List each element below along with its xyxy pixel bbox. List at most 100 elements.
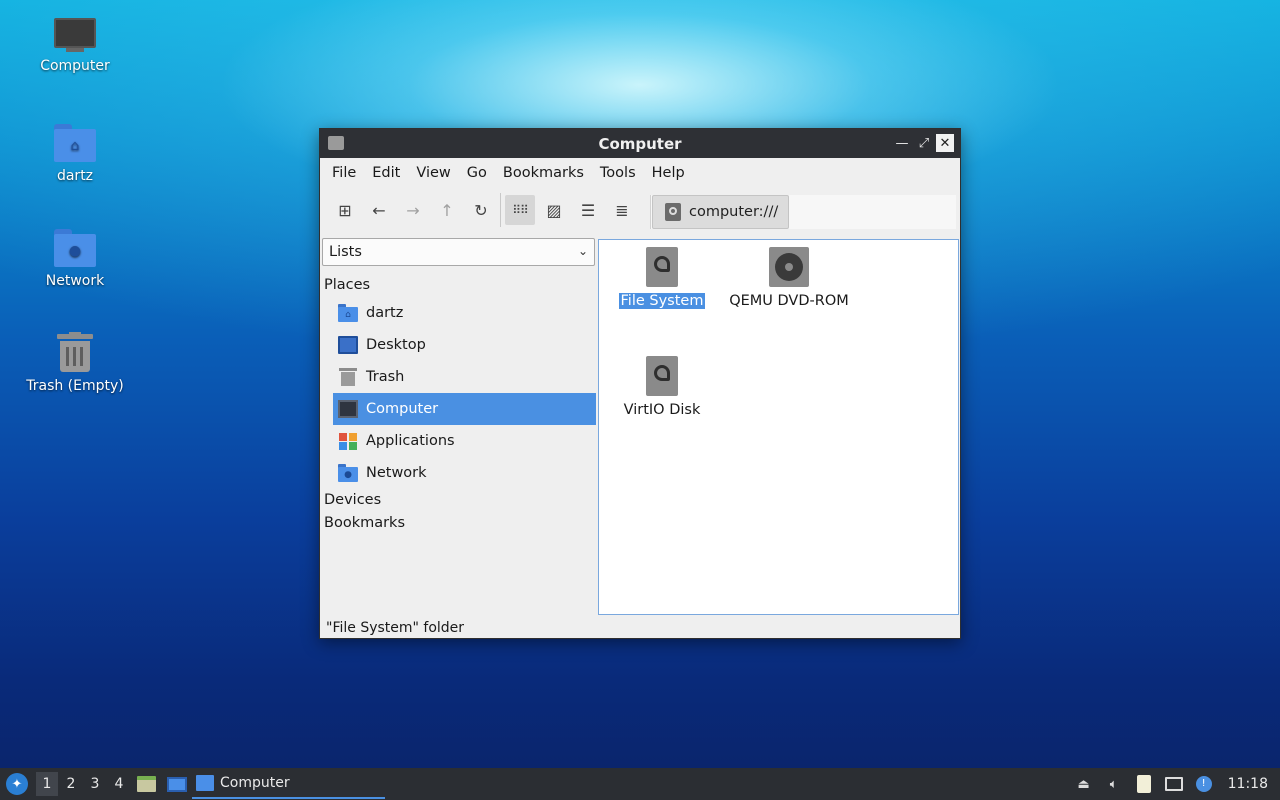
side-pane-mode-value: Lists <box>329 244 362 260</box>
file-view[interactable]: File System QEMU DVD-ROM VirtIO Disk <box>598 239 959 615</box>
taskbar-task-label: Computer <box>220 775 290 791</box>
path-button[interactable]: computer:/// <box>652 195 790 229</box>
sidebar-item-label: Applications <box>366 433 455 449</box>
arrow-up-icon: ↑ <box>440 200 454 220</box>
computer-icon <box>54 18 96 52</box>
close-button[interactable]: ✕ <box>936 134 954 152</box>
file-item-label: VirtIO Disk <box>623 402 701 418</box>
desktop-switch-1[interactable]: 1 <box>36 772 58 796</box>
harddisk-icon <box>665 203 681 221</box>
minimize-button[interactable]: — <box>892 134 912 152</box>
desktop-icon-label: Computer <box>40 58 110 74</box>
home-folder-icon: ⌂ <box>338 304 358 322</box>
desktop-switch-2[interactable]: 2 <box>60 772 82 796</box>
network-folder-icon: ● <box>54 229 96 267</box>
network-icon[interactable] <box>1164 774 1184 794</box>
sidebar-item-desktop[interactable]: Desktop <box>333 329 596 361</box>
detail-list-icon: ≣ <box>615 200 629 220</box>
sidebar-item-applications[interactable]: Applications <box>333 425 596 457</box>
desktop-icon-home[interactable]: ⌂ dartz <box>15 124 135 184</box>
clock[interactable]: 11:18 <box>1228 776 1268 792</box>
desktop-switch-4[interactable]: 4 <box>108 772 130 796</box>
side-pane-mode-select[interactable]: Lists ⌄ <box>322 238 595 266</box>
taskbar-task-computer[interactable]: Computer <box>192 769 385 799</box>
detailed-view-button[interactable]: ≣ <box>607 195 637 225</box>
icon-view-button[interactable]: ⠿⠿ <box>505 195 535 225</box>
sidebar-item-home[interactable]: ⌂ dartz <box>333 297 596 329</box>
up-button[interactable]: ↑ <box>432 195 462 225</box>
desktop-icon-network[interactable]: ● Network <box>15 229 135 289</box>
sidebar-item-trash[interactable]: Trash <box>333 361 596 393</box>
harddisk-icon <box>646 356 678 396</box>
file-item-virtio[interactable]: VirtIO Disk <box>597 356 727 418</box>
file-item-dvdrom[interactable]: QEMU DVD-ROM <box>724 247 854 309</box>
desktop-icon <box>338 336 358 354</box>
network-folder-icon: ● <box>338 464 358 482</box>
reload-button[interactable]: ↻ <box>466 195 496 225</box>
new-tab-icon: ⊞ <box>338 200 352 220</box>
menu-file[interactable]: File <box>324 165 364 181</box>
chevron-down-icon: ⌄ <box>577 244 588 258</box>
menu-bookmarks[interactable]: Bookmarks <box>495 165 592 181</box>
home-folder-icon: ⌂ <box>54 124 96 162</box>
compact-view-button[interactable]: ☰ <box>573 195 603 225</box>
sidebar-item-computer[interactable]: Computer <box>333 393 596 425</box>
clipboard-icon[interactable] <box>1134 774 1154 794</box>
desktop-icon-trash[interactable]: Trash (Empty) <box>15 332 135 394</box>
toolbar: ⊞ ← → ↑ ↻ ⠿⠿ ▨ ☰ ≣ computer:/// <box>320 188 960 232</box>
folder-icon <box>328 136 344 150</box>
trash-icon <box>338 368 358 386</box>
menu-view[interactable]: View <box>408 165 458 181</box>
devices-header[interactable]: Devices <box>324 492 381 508</box>
start-menu-button[interactable]: ✦ <box>6 773 28 795</box>
status-bar: "File System" folder <box>326 620 465 636</box>
file-manager-icon <box>137 776 156 792</box>
image-icon: ▨ <box>546 200 562 220</box>
arrow-left-icon: ← <box>372 200 386 220</box>
window-titlebar[interactable]: Computer — ⤢ ✕ <box>320 129 960 158</box>
sidebar-item-label: dartz <box>366 305 404 321</box>
arrow-right-icon: → <box>406 200 420 220</box>
menu-help[interactable]: Help <box>644 165 693 181</box>
desktop-switch-3[interactable]: 3 <box>84 772 106 796</box>
sidebar-item-network[interactable]: ● Network <box>333 457 596 489</box>
updates-icon[interactable]: ! <box>1194 774 1214 794</box>
network-shape <box>1164 777 1183 791</box>
system-tray: ⏏ 🔈︎ ! 11:18 <box>1074 768 1280 800</box>
start-menu-icon: ✦ <box>11 776 23 792</box>
eject-icon[interactable]: ⏏ <box>1074 774 1094 794</box>
menubar: File Edit View Go Bookmarks Tools Help <box>320 158 960 188</box>
file-item-label: File System <box>618 293 706 309</box>
back-button[interactable]: ← <box>364 195 394 225</box>
file-item-label: QEMU DVD-ROM <box>729 293 849 309</box>
bookmarks-header[interactable]: Bookmarks <box>324 515 405 531</box>
menu-tools[interactable]: Tools <box>592 165 644 181</box>
forward-button[interactable]: → <box>398 195 428 225</box>
menu-edit[interactable]: Edit <box>364 165 408 181</box>
places-header[interactable]: Places <box>324 277 370 293</box>
sidebar-item-label: Network <box>366 465 427 481</box>
applications-icon <box>338 432 358 450</box>
desktop-icon-computer[interactable]: Computer <box>15 18 135 74</box>
clipboard-shape <box>1136 775 1151 793</box>
file-item-filesystem[interactable]: File System <box>597 247 727 309</box>
sidebar-item-label: Desktop <box>366 337 426 353</box>
show-desktop-launcher[interactable] <box>166 774 188 794</box>
menu-go[interactable]: Go <box>459 165 495 181</box>
list-icon: ☰ <box>580 200 596 220</box>
desktop-icon-label: Trash (Empty) <box>26 378 124 394</box>
side-pane: Lists ⌄ Places ⌂ dartz Desktop Trash Com… <box>321 238 597 614</box>
window-title: Computer <box>598 134 682 153</box>
grid-icon: ⠿⠿ <box>512 203 529 217</box>
volume-icon[interactable]: 🔈︎ <box>1104 774 1124 794</box>
sidebar-item-label: Computer <box>366 401 439 417</box>
sidebar-item-label: Trash <box>366 369 405 385</box>
folder-icon <box>196 775 214 791</box>
new-tab-button[interactable]: ⊞ <box>330 195 360 225</box>
file-manager-launcher[interactable] <box>136 774 158 794</box>
updates-shape: ! <box>1195 776 1212 792</box>
show-desktop-icon <box>167 777 187 792</box>
maximize-button[interactable]: ⤢ <box>914 134 934 152</box>
harddisk-icon <box>646 247 678 287</box>
thumbnail-view-button[interactable]: ▨ <box>539 195 569 225</box>
